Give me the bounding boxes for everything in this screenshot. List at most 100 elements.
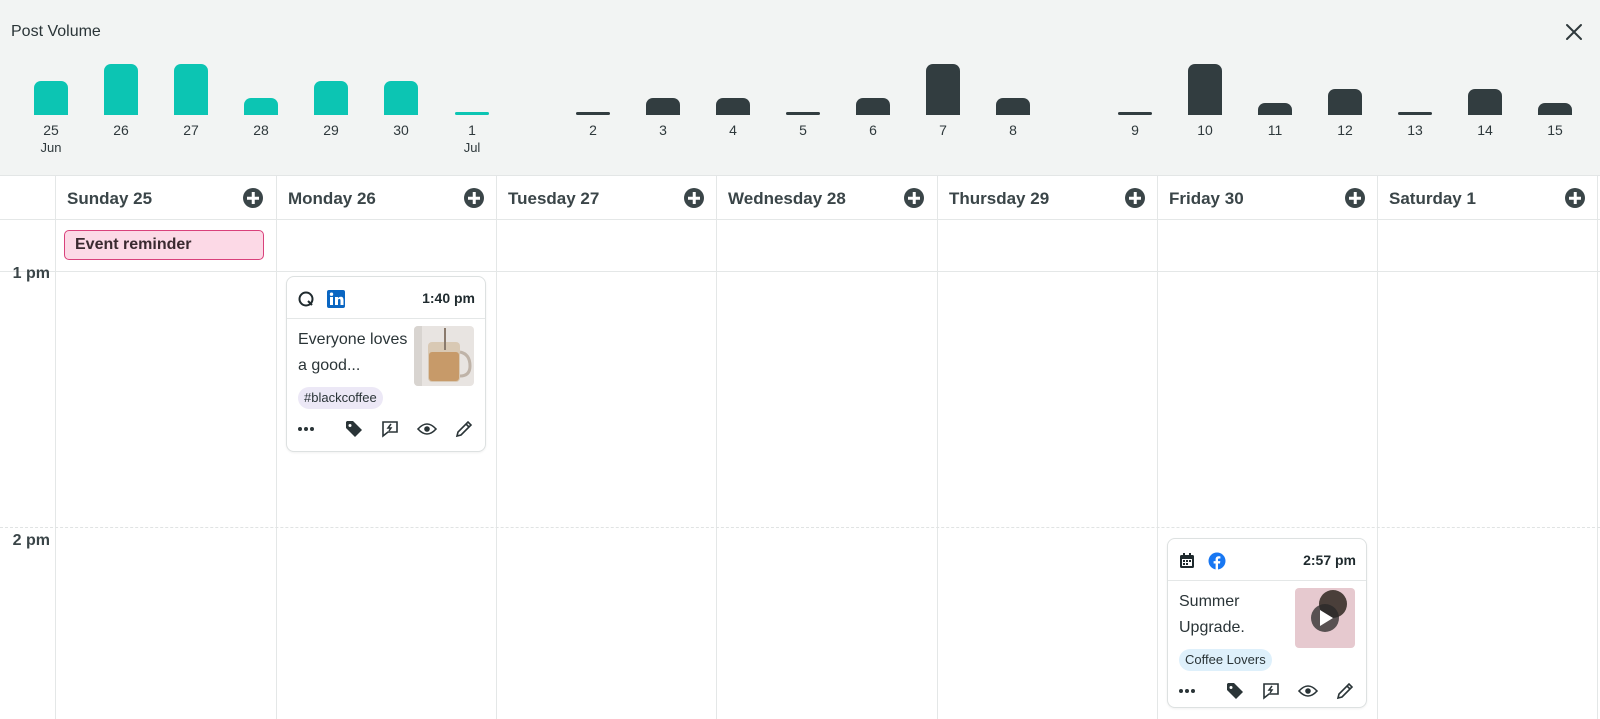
volume-bar: [1328, 89, 1362, 115]
day-header: Saturday 1: [1377, 176, 1597, 220]
volume-bar: [314, 81, 348, 115]
volume-bar: [384, 81, 418, 115]
volume-date-label: 15: [1547, 122, 1563, 138]
volume-date-label: 1: [468, 122, 476, 138]
volume-bar-7[interactable]: 7: [908, 60, 978, 160]
day-header-row: Sunday 25 Monday 26 Tuesday 27 Wednesday 28…: [0, 176, 1600, 220]
volume-bar: [1258, 103, 1292, 115]
edit-icon[interactable]: [1335, 681, 1355, 701]
volume-bar: [1118, 112, 1152, 115]
volume-bar: [34, 81, 68, 115]
day-name: Friday 30: [1169, 189, 1244, 208]
post-card[interactable]: 2:57 pm Summer Upgrade. Coffee Lovers: [1167, 538, 1367, 708]
add-post-icon[interactable]: [1125, 188, 1145, 208]
column-divider: [55, 176, 56, 719]
hour-label-1pm: 1 pm: [12, 265, 50, 282]
volume-bar-28[interactable]: 28: [226, 60, 296, 160]
preview-icon[interactable]: [1297, 681, 1319, 701]
boost-icon[interactable]: [1261, 681, 1281, 701]
volume-bar: [786, 112, 820, 115]
preview-icon[interactable]: [416, 419, 438, 439]
tag-icon[interactable]: [1225, 681, 1245, 701]
volume-bar-14[interactable]: 14: [1450, 60, 1520, 160]
post-time: 1:40 pm: [422, 290, 475, 306]
volume-date-label: 9: [1131, 122, 1139, 138]
event-reminder-chip[interactable]: Event reminder: [64, 230, 264, 260]
volume-bar-15[interactable]: 15: [1520, 60, 1590, 160]
post-card-header: 2:57 pm: [1168, 539, 1366, 581]
volume-date-label: 28: [253, 122, 269, 138]
volume-bar: [244, 98, 278, 115]
post-actions: [1168, 681, 1366, 705]
add-post-icon[interactable]: [243, 188, 263, 208]
volume-bar-2[interactable]: 2: [558, 60, 628, 160]
volume-bar-13[interactable]: 13: [1380, 60, 1450, 160]
volume-bar: [1538, 103, 1572, 115]
volume-bar-1[interactable]: 1 Jul: [437, 60, 507, 160]
volume-bar: [104, 64, 138, 115]
volume-bar-4[interactable]: 4: [698, 60, 768, 160]
volume-bar: [1468, 89, 1502, 115]
tag-icon[interactable]: [344, 419, 364, 439]
volume-date-label: 27: [183, 122, 199, 138]
volume-bar-30[interactable]: 30: [366, 60, 436, 160]
edit-icon[interactable]: [454, 419, 474, 439]
column-divider: [937, 176, 938, 719]
volume-date-label: 7: [939, 122, 947, 138]
week-calendar: Sunday 25 Monday 26 Tuesday 27 Wednesday 28…: [0, 176, 1600, 719]
volume-date-label: 14: [1477, 122, 1493, 138]
volume-bar: [646, 98, 680, 115]
volume-bar-9[interactable]: 9: [1100, 60, 1170, 160]
day-header: Tuesday 27: [496, 176, 716, 220]
add-post-icon[interactable]: [684, 188, 704, 208]
hour-divider: [0, 527, 1600, 528]
volume-bar-11[interactable]: 11: [1240, 60, 1310, 160]
add-post-icon[interactable]: [904, 188, 924, 208]
post-volume-panel: Post Volume 25 Jun 26 27 28 29 30 1 Jul 2 3 4 5 6 7 8 9 1…: [0, 0, 1600, 176]
add-post-icon[interactable]: [1565, 188, 1585, 208]
volume-date-label: 6: [869, 122, 877, 138]
day-name: Tuesday 27: [508, 189, 600, 208]
column-divider: [1157, 176, 1158, 719]
volume-bar-12[interactable]: 12: [1310, 60, 1380, 160]
volume-bar-8[interactable]: 8: [978, 60, 1048, 160]
volume-bar-6[interactable]: 6: [838, 60, 908, 160]
day-name: Saturday 1: [1389, 189, 1476, 208]
add-post-icon[interactable]: [464, 188, 484, 208]
post-card[interactable]: 1:40 pm Everyone loves a good... #blackc…: [286, 276, 486, 452]
more-icon[interactable]: [296, 419, 316, 439]
calendar-icon: [1178, 552, 1196, 570]
more-icon[interactable]: [1177, 681, 1197, 701]
volume-date-label: 11: [1267, 122, 1283, 138]
volume-bar-3[interactable]: 3: [628, 60, 698, 160]
volume-bar-25[interactable]: 25 Jun: [16, 60, 86, 160]
volume-date-label: 3: [659, 122, 667, 138]
video-thumbnail[interactable]: [1295, 588, 1355, 648]
volume-date-label: 29: [323, 122, 339, 138]
boost-icon[interactable]: [380, 419, 400, 439]
day-name: Monday 26: [288, 189, 376, 208]
post-text: Everyone loves a good...: [298, 331, 408, 374]
post-text: Summer Upgrade.: [1179, 593, 1245, 636]
volume-bar: [996, 98, 1030, 115]
column-divider: [716, 176, 717, 719]
day-name: Wednesday 28: [728, 189, 846, 208]
post-tag[interactable]: Coffee Lovers: [1179, 649, 1272, 671]
volume-bar-29[interactable]: 29: [296, 60, 366, 160]
volume-bar-5[interactable]: 5: [768, 60, 838, 160]
volume-date-label: 26: [113, 122, 129, 138]
post-tag[interactable]: #blackcoffee: [298, 387, 383, 409]
volume-date-label: 13: [1407, 122, 1423, 138]
column-divider: [1377, 176, 1378, 719]
volume-bar-10[interactable]: 10: [1170, 60, 1240, 160]
day-header: Monday 26: [276, 176, 496, 220]
add-post-icon[interactable]: [1345, 188, 1365, 208]
column-divider: [276, 176, 277, 719]
day-header: Sunday 25: [55, 176, 275, 220]
post-actions: [287, 419, 485, 443]
volume-bar: [174, 64, 208, 115]
volume-date-label: 4: [729, 122, 737, 138]
volume-bar-27[interactable]: 27: [156, 60, 226, 160]
volume-bar-26[interactable]: 26: [86, 60, 156, 160]
day-header: Wednesday 28: [716, 176, 936, 220]
